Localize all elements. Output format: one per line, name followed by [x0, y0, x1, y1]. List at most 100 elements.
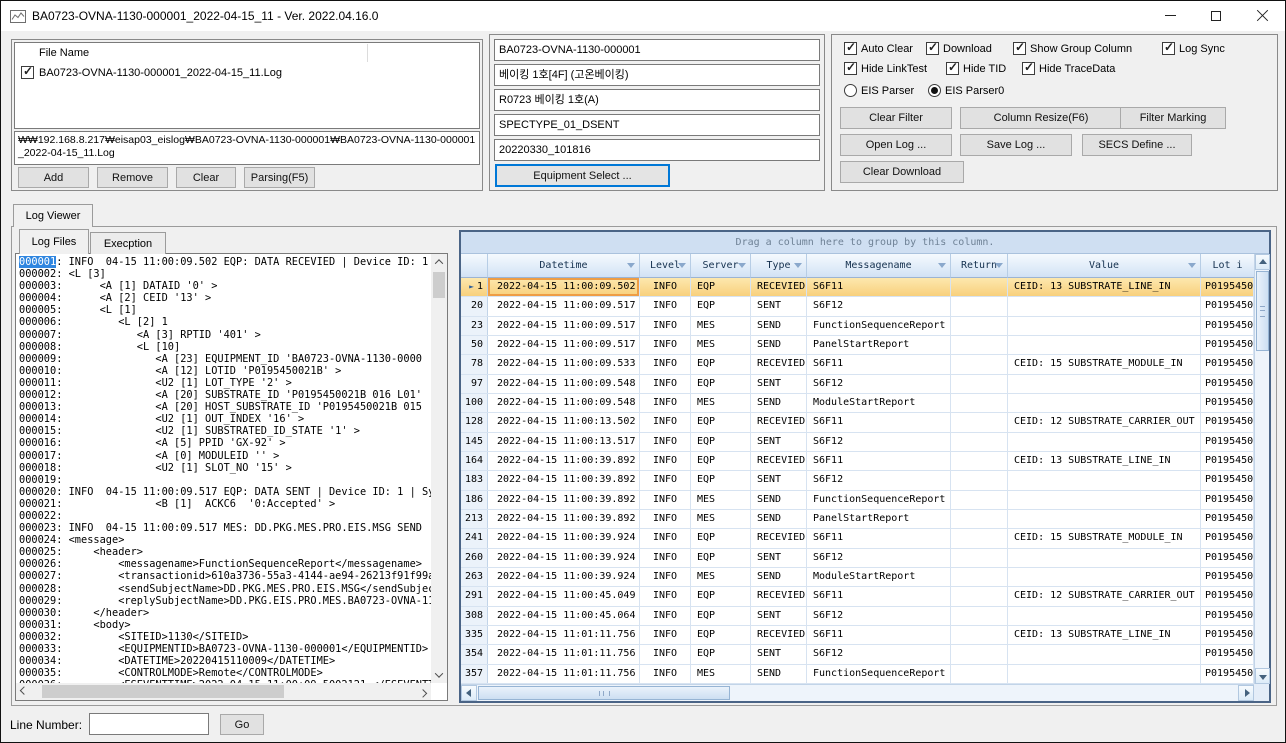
- table-row[interactable]: ►78 2022-04-15 11:00:09.533 INFO EQP REC…: [461, 355, 1254, 374]
- go-button[interactable]: Go: [220, 714, 264, 735]
- spec-version-field[interactable]: 20220330_101816: [494, 139, 820, 161]
- cell-lot: P0195450: [1201, 433, 1254, 451]
- filter-icon[interactable]: [1188, 263, 1196, 268]
- hide-linktest-checkbox[interactable]: Hide LinkTest: [844, 62, 927, 75]
- cell-level: INFO: [640, 336, 691, 354]
- table-row[interactable]: ►50 2022-04-15 11:00:09.517 INFO MES SEN…: [461, 336, 1254, 355]
- log-vertical-scrollbar[interactable]: [431, 254, 447, 683]
- table-row[interactable]: ►357 2022-04-15 11:01:11.756 INFO MES SE…: [461, 665, 1254, 684]
- filter-icon[interactable]: [738, 263, 746, 268]
- remove-button[interactable]: Remove: [97, 167, 168, 188]
- auto-clear-checkbox[interactable]: Auto Clear: [844, 42, 913, 55]
- scrollbar-thumb[interactable]: [433, 272, 445, 298]
- column-header-type[interactable]: Type: [751, 254, 807, 278]
- tab-log-files[interactable]: Log Files: [19, 229, 89, 254]
- open-log-button[interactable]: Open Log ...: [840, 134, 952, 156]
- table-row[interactable]: ►354 2022-04-15 11:01:11.756 INFO EQP SE…: [461, 645, 1254, 664]
- table-row[interactable]: ►97 2022-04-15 11:00:09.548 INFO EQP SEN…: [461, 375, 1254, 394]
- filter-icon[interactable]: [938, 263, 946, 268]
- column-header-return[interactable]: Return: [951, 254, 1008, 278]
- scrollbar-thumb[interactable]: [478, 686, 730, 700]
- table-row[interactable]: ►186 2022-04-15 11:00:39.892 INFO MES SE…: [461, 491, 1254, 510]
- grid-horizontal-scrollbar[interactable]: [461, 684, 1254, 701]
- log-text[interactable]: 000001INFO 04-15 11:00:09.502 EQP: DATA …: [16, 254, 431, 683]
- log-sync-checkbox[interactable]: Log Sync: [1162, 42, 1225, 55]
- tab-exception[interactable]: Execption: [90, 232, 166, 254]
- table-row[interactable]: ►23 2022-04-15 11:00:09.517 INFO MES SEN…: [461, 317, 1254, 336]
- table-row[interactable]: ►335 2022-04-15 11:01:11.756 INFO EQP RE…: [461, 626, 1254, 645]
- eis-parser-radio[interactable]: EIS Parser: [844, 84, 914, 97]
- file-list-item[interactable]: BA0723-OVNA-1130-000001_2022-04-15_11.Lo…: [15, 64, 479, 81]
- column-resize-button[interactable]: Column Resize(F6): [960, 107, 1122, 129]
- log-horizontal-scrollbar[interactable]: [16, 683, 431, 700]
- column-header-lot[interactable]: Lot i: [1201, 254, 1254, 278]
- column-header-messagename[interactable]: Messagename: [807, 254, 951, 278]
- cell-level: INFO: [640, 413, 691, 431]
- scroll-down-button[interactable]: [1255, 668, 1270, 684]
- table-row[interactable]: ►241 2022-04-15 11:00:39.924 INFO EQP RE…: [461, 529, 1254, 548]
- scroll-left-button[interactable]: [16, 683, 32, 700]
- download-checkbox[interactable]: Download: [926, 42, 992, 55]
- filter-icon[interactable]: [627, 263, 635, 268]
- equipment-id-field[interactable]: BA0723-OVNA-1130-000001: [494, 39, 820, 61]
- eis-parser0-radio[interactable]: EIS Parser0: [928, 84, 1004, 97]
- column-header-datetime[interactable]: Datetime: [488, 254, 640, 278]
- table-row[interactable]: ►263 2022-04-15 11:00:39.924 INFO MES SE…: [461, 568, 1254, 587]
- minimize-button[interactable]: [1147, 1, 1193, 30]
- cell-return: [951, 607, 1008, 625]
- column-header-level[interactable]: Level: [640, 254, 691, 278]
- table-row[interactable]: ►260 2022-04-15 11:00:39.924 INFO EQP SE…: [461, 549, 1254, 568]
- equipment-select-button[interactable]: Equipment Select ...: [495, 164, 670, 187]
- parsing-button[interactable]: Parsing(F5): [244, 167, 315, 188]
- file-checkbox-icon[interactable]: [21, 66, 34, 79]
- clear-button[interactable]: Clear: [176, 167, 236, 188]
- cell-messagename: PanelStartReport: [807, 510, 951, 528]
- tab-log-viewer[interactable]: Log Viewer: [13, 204, 93, 227]
- maximize-button[interactable]: [1193, 1, 1239, 30]
- close-button[interactable]: [1239, 1, 1285, 30]
- scroll-up-button[interactable]: [1255, 254, 1270, 270]
- scrollbar-thumb[interactable]: [42, 685, 284, 698]
- table-row[interactable]: ►20 2022-04-15 11:00:09.517 INFO EQP SEN…: [461, 297, 1254, 316]
- file-list-column-header[interactable]: File Name: [15, 43, 479, 63]
- file-list[interactable]: File Name BA0723-OVNA-1130-000001_2022-0…: [14, 42, 480, 129]
- table-row[interactable]: ►128 2022-04-15 11:00:13.502 INFO EQP RE…: [461, 413, 1254, 432]
- filter-icon[interactable]: [794, 263, 802, 268]
- line-number-input[interactable]: [89, 713, 209, 735]
- scroll-up-button[interactable]: [431, 254, 447, 270]
- scroll-down-button[interactable]: [431, 667, 447, 683]
- filter-marking-button[interactable]: Filter Marking: [1120, 107, 1226, 129]
- grid-vertical-scrollbar[interactable]: [1254, 254, 1269, 684]
- add-button[interactable]: Add: [18, 167, 89, 188]
- table-row[interactable]: ►145 2022-04-15 11:00:13.517 INFO EQP SE…: [461, 433, 1254, 452]
- table-row[interactable]: ►1 2022-04-15 11:00:09.502 INFO EQP RECE…: [461, 278, 1254, 297]
- spec-type-field[interactable]: SPECTYPE_01_DSENT: [494, 114, 820, 136]
- table-row[interactable]: ►213 2022-04-15 11:00:39.892 INFO MES SE…: [461, 510, 1254, 529]
- clear-filter-button[interactable]: Clear Filter: [840, 107, 952, 129]
- hide-tracedata-checkbox[interactable]: Hide TraceData: [1022, 62, 1115, 75]
- scrollbar-thumb[interactable]: [1256, 271, 1269, 351]
- save-log-button[interactable]: Save Log ...: [960, 134, 1072, 156]
- filter-icon[interactable]: [995, 263, 1003, 268]
- line-text: <SITEID>1130</SITEID>: [69, 631, 249, 643]
- scroll-right-button[interactable]: [415, 683, 431, 700]
- table-row[interactable]: ►308 2022-04-15 11:00:45.064 INFO EQP SE…: [461, 607, 1254, 626]
- line-number: 000003: [19, 280, 69, 292]
- scroll-left-button[interactable]: [461, 685, 477, 701]
- hide-tid-checkbox[interactable]: Hide TID: [946, 62, 1006, 75]
- show-group-column-checkbox[interactable]: Show Group Column: [1013, 42, 1132, 55]
- column-header-server[interactable]: Server: [691, 254, 751, 278]
- table-row[interactable]: ►164 2022-04-15 11:00:39.892 INFO EQP RE…: [461, 452, 1254, 471]
- equipment-name-field[interactable]: 베이킹 1호[4F] (고온베이킹): [494, 64, 820, 86]
- secs-define-button[interactable]: SECS Define ...: [1082, 134, 1192, 156]
- group-by-band[interactable]: Drag a column here to group by this colu…: [461, 232, 1269, 254]
- filter-icon[interactable]: [678, 263, 686, 268]
- equipment-alias-field[interactable]: R0723 베이킹 1호(A): [494, 89, 820, 111]
- table-row[interactable]: ►183 2022-04-15 11:00:39.892 INFO EQP SE…: [461, 471, 1254, 490]
- scroll-right-button[interactable]: [1238, 685, 1254, 701]
- table-row[interactable]: ►100 2022-04-15 11:00:09.548 INFO MES SE…: [461, 394, 1254, 413]
- column-header-value[interactable]: Value: [1008, 254, 1201, 278]
- table-row[interactable]: ►291 2022-04-15 11:00:45.049 INFO EQP RE…: [461, 587, 1254, 606]
- file-path-box[interactable]: ₩₩192.168.8.217₩eisap03_eislog₩BA0723-OV…: [14, 131, 480, 165]
- clear-download-button[interactable]: Clear Download: [840, 161, 964, 183]
